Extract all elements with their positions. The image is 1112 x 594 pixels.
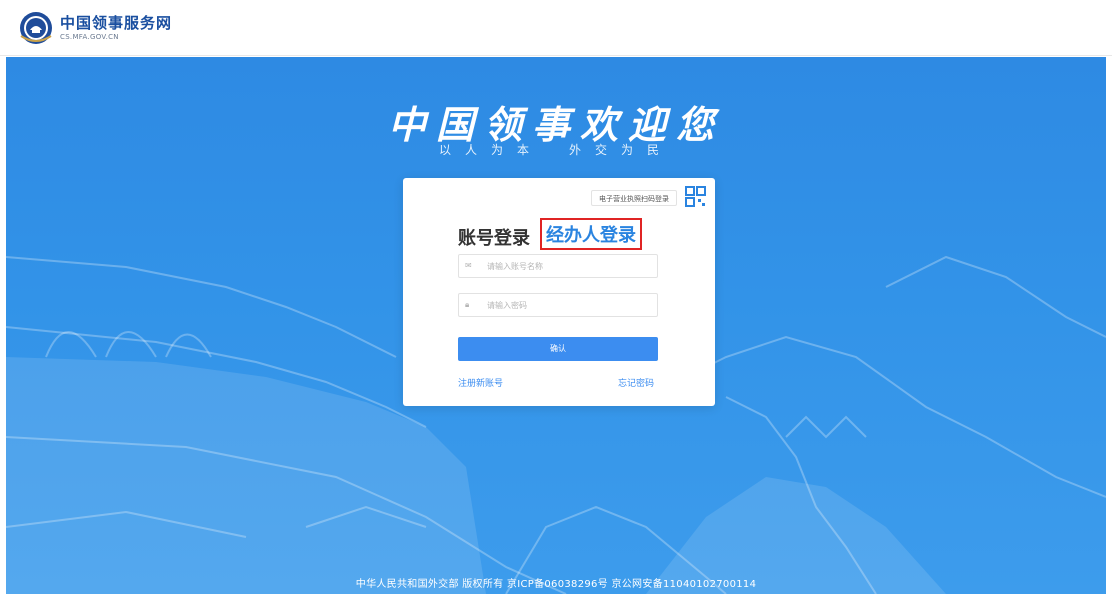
site-logo[interactable]: 中国领事服务网 CS.MFA.GOV.CN [18, 10, 172, 46]
site-header: 中国领事服务网 CS.MFA.GOV.CN [0, 0, 1112, 56]
logo-subtitle: CS.MFA.GOV.CN [60, 33, 119, 41]
forgot-password-link[interactable]: 忘记密码 [618, 376, 654, 389]
slogan-left: 以人为本 [438, 143, 543, 157]
slogan: 以人为本 外交为民 [6, 141, 1106, 158]
account-input[interactable] [487, 261, 647, 271]
tab-agent-login[interactable]: 经办人登录 [540, 218, 642, 250]
account-field[interactable]: ✉ [458, 254, 658, 278]
confirm-button[interactable]: 确认 [458, 337, 658, 361]
footer-copyright: 中华人民共和国外交部 版权所有 京ICP备06038296号 京公网安备1104… [355, 579, 757, 590]
emblem-icon [20, 12, 52, 44]
login-tabs: 账号登录 经办人登录 [458, 218, 668, 250]
hero-banner: 中国领事欢迎您 以人为本 外交为民 电子营业执照扫码登录 账号登录 经办人登录 … [6, 57, 1106, 594]
mail-icon: ✉ [465, 261, 472, 270]
login-card: 电子营业执照扫码登录 账号登录 经办人登录 ✉ 🔒︎ 确认 注册新账号 忘记密码 [403, 178, 715, 406]
password-field[interactable]: 🔒︎ [458, 293, 658, 317]
slogan-right: 外交为民 [569, 143, 674, 157]
qr-login-tooltip: 电子营业执照扫码登录 [591, 190, 677, 206]
tab-account-login[interactable]: 账号登录 [458, 224, 530, 250]
register-link[interactable]: 注册新账号 [458, 376, 503, 389]
qr-code-icon[interactable] [683, 184, 709, 210]
lock-icon: 🔒︎ [465, 300, 470, 309]
logo-title: 中国领事服务网 [60, 14, 173, 32]
password-input[interactable] [487, 300, 647, 310]
